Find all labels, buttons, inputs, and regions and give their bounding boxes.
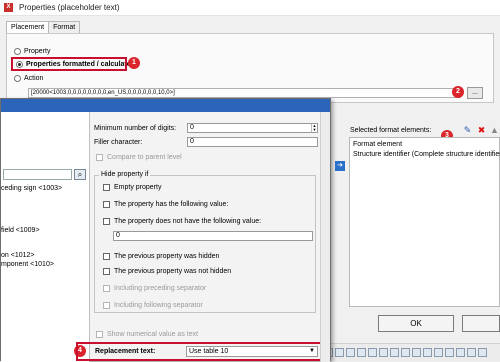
checkbox-icon[interactable] [96,154,103,161]
toolbar-icon[interactable] [423,348,432,357]
toolbar-icon[interactable] [379,348,388,357]
checkbox-label: Empty property [114,184,162,191]
delete-icon[interactable]: ✖ [476,125,487,136]
search-icon[interactable]: ⌕ [74,169,86,180]
min-digits-value: 0 [190,124,194,131]
previous-not-hidden-checkbox[interactable]: The previous property was not hidden [103,268,231,275]
format-titlebar [1,99,330,112]
toolbar-icon[interactable] [335,348,344,357]
not-has-value-field[interactable]: 0 [113,231,313,241]
cancel-button[interactable] [462,315,500,332]
tree-item[interactable]: mponent <1010> [1,261,54,268]
toolbar-icon[interactable] [401,348,410,357]
option-property-label: Property [24,48,51,55]
element-tree-panel: ⌕ ceding sign <1003> field <1009> on <10… [1,112,90,362]
hide-property-group [94,175,316,313]
callout-1: 1 [128,57,140,69]
min-digits-label: Minimum number of digits: [94,125,177,132]
format-element-dialog: ⌕ ceding sign <1003> field <1009> on <10… [0,98,331,362]
toolbar-icon[interactable] [434,348,443,357]
toolbar-icon[interactable] [368,348,377,357]
checkbox-label: The property has the following value: [114,201,229,208]
search-input[interactable] [3,169,72,180]
tab-bar: Placement Format [6,21,81,34]
checkbox-icon[interactable] [103,218,110,225]
has-value-checkbox[interactable]: The property has the following value: [103,201,228,208]
hide-group-label: Hide property if [99,171,151,178]
checkbox-label: The previous property was hidden [114,253,220,260]
toolbar-icon[interactable] [357,348,366,357]
empty-property-checkbox[interactable]: Empty property [103,184,161,191]
checkbox-icon[interactable] [103,268,110,275]
radio-icon[interactable] [14,48,21,55]
chevron-down-icon[interactable]: ▼ [309,347,315,356]
show-numerical-label: Show numerical value as text [107,331,199,338]
replacement-label: Replacement text: [95,348,156,355]
toolbar-icon[interactable] [467,348,476,357]
option-action[interactable]: Action [14,75,43,82]
filler-label: Filler character: [94,139,143,146]
action-field[interactable]: [20000<1003,0,0,0,0,0,0,0,0,en_US,0,0,0,… [28,88,460,98]
checkbox-label: Including preceding separator [114,285,207,292]
spinner-icon[interactable]: ▲ ▼ [311,124,317,132]
callout-2: 2 [452,86,464,98]
checkbox-icon[interactable] [103,302,110,309]
radio-icon[interactable] [14,75,21,82]
list-item[interactable]: Structure identifier (Complete structure… [353,150,500,160]
not-has-value-checkbox[interactable]: The property does not have the following… [103,218,261,225]
toolbar-icon[interactable] [478,348,487,357]
replacement-value: Use table 10 [189,348,229,355]
option-property[interactable]: Property [14,48,50,55]
selected-format-list[interactable]: Format element Structure identifier (Com… [349,137,500,307]
ok-button[interactable]: OK [378,315,454,332]
compare-parent-label: Compare to parent level [107,154,182,161]
filler-field[interactable]: 0 [187,137,318,147]
checkbox-icon[interactable] [103,201,110,208]
checkbox-icon[interactable] [103,184,110,191]
tree-item[interactable]: field <1009> [1,227,40,234]
highlight-box-1 [11,57,127,71]
properties-titlebar: X Properties (placeholder text) [0,0,500,16]
checkbox-label: The previous property was not hidden [114,268,232,275]
vertical-scrollbar[interactable] [320,112,330,362]
move-up-icon[interactable]: ▲ [489,125,500,136]
edit-icon[interactable]: ✎ [462,125,473,136]
app-icon: X [4,3,13,12]
checkbox-label: Including following separator [114,302,203,309]
option-action-label: Action [24,75,44,82]
toolbar-icon[interactable] [412,348,421,357]
selected-format-label: Selected format elements: [350,127,432,134]
toolbar-icon[interactable] [445,348,454,357]
browse-button[interactable]: ... [467,87,483,99]
preceding-separator-checkbox[interactable]: Including preceding separator [103,285,206,292]
toolbar-icon[interactable] [456,348,465,357]
tree-item[interactable]: on <1012> [1,252,34,259]
checkbox-icon[interactable] [103,285,110,292]
toolbar-icon[interactable] [390,348,399,357]
bottom-toolbar [322,343,500,361]
following-separator-checkbox[interactable]: Including following separator [103,302,203,309]
tree-item[interactable]: ceding sign <1003> [1,185,62,192]
add-arrow-icon[interactable]: ➔ [335,161,345,171]
checkbox-icon[interactable] [96,331,103,338]
previous-hidden-checkbox[interactable]: The previous property was hidden [103,253,219,260]
toolbar-icon[interactable] [346,348,355,357]
compare-parent-checkbox[interactable]: Compare to parent level [96,154,182,161]
checkbox-icon[interactable] [103,253,110,260]
checkbox-label: The property does not have the following… [114,218,262,225]
tab-format[interactable]: Format [48,21,81,33]
window-title: Properties (placeholder text) [19,3,120,12]
replacement-select[interactable]: Use table 10 ▼ [186,346,318,357]
list-item[interactable]: Format element [353,140,496,150]
min-digits-stepper[interactable]: 0 ▲ ▼ [187,123,318,133]
show-numerical-checkbox[interactable]: Show numerical value as text [96,331,198,338]
